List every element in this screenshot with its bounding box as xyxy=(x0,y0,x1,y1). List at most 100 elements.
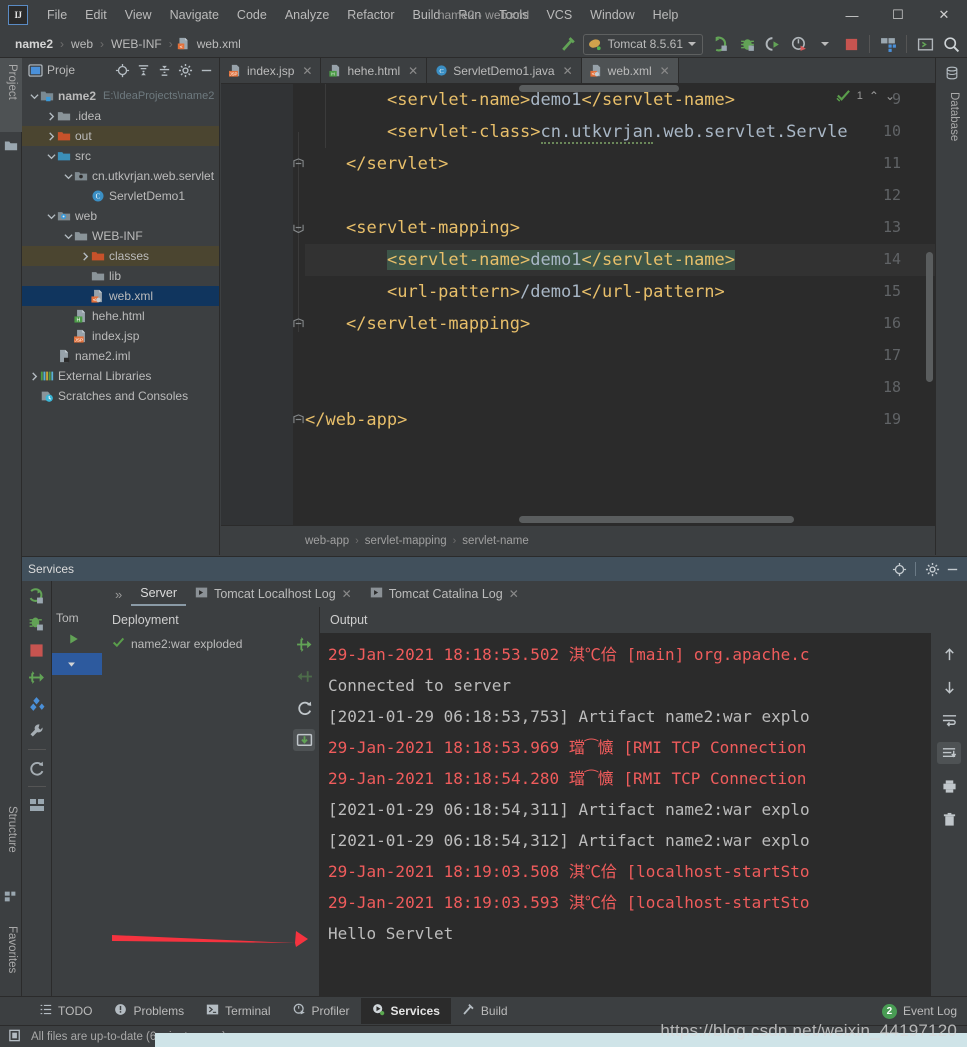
menu-item-window[interactable]: Window xyxy=(581,4,643,26)
tree-twisty[interactable] xyxy=(79,250,91,262)
menu-item-run[interactable]: Run xyxy=(449,4,490,26)
menu-item-file[interactable]: File xyxy=(38,4,76,26)
restart-icon[interactable] xyxy=(28,759,46,777)
hide-icon[interactable] xyxy=(943,560,961,578)
tree-twisty[interactable] xyxy=(28,390,40,402)
chevron-up-icon[interactable]: ⌃ xyxy=(869,89,879,103)
maximize-button[interactable]: ☐ xyxy=(875,0,921,30)
tree-item-web-inf[interactable]: WEB-INF xyxy=(22,226,219,246)
tree-item-src[interactable]: src xyxy=(22,146,219,166)
tree-twisty[interactable] xyxy=(45,130,57,142)
editor-breadcrumb-servlet-name[interactable]: servlet-name xyxy=(462,535,528,547)
redeploy-icon[interactable] xyxy=(293,697,315,719)
tree-twisty[interactable] xyxy=(28,90,40,102)
editor-horizontal-scrollbar[interactable] xyxy=(519,516,794,523)
tree-item-external-libraries[interactable]: External Libraries xyxy=(22,366,219,386)
breadcrumb-web[interactable]: web xyxy=(68,35,96,53)
tree-twisty[interactable] xyxy=(62,170,74,182)
tree-item-name2-iml[interactable]: name2.iml xyxy=(22,346,219,366)
soft-wrap-icon[interactable] xyxy=(937,709,961,731)
inspection-widget[interactable]: 1 ⌃ ⌄ xyxy=(836,88,895,103)
print-icon[interactable] xyxy=(937,775,961,797)
fold-marker[interactable] xyxy=(293,158,305,170)
fold-marker[interactable] xyxy=(293,222,305,234)
tree-item-web-xml[interactable]: <web.xml xyxy=(22,286,219,306)
bottom-tab-services[interactable]: Services xyxy=(361,998,451,1024)
build-hammer-icon[interactable] xyxy=(557,33,581,55)
filter-icon[interactable] xyxy=(28,695,46,713)
tree-item-idea[interactable]: .idea xyxy=(22,106,219,126)
tree-item-index-jsp[interactable]: JSPindex.jsp xyxy=(22,326,219,346)
tab-tomcat-localhost-log[interactable]: Tomcat Localhost Log ✕ xyxy=(186,582,361,606)
tree-item-out[interactable]: out xyxy=(22,126,219,146)
editor-tab-hehe-html[interactable]: Hhehe.html✕ xyxy=(321,58,427,83)
breadcrumb-webinf[interactable]: WEB-INF xyxy=(108,35,165,53)
close-icon[interactable]: ✕ xyxy=(509,587,519,601)
tree-twisty[interactable] xyxy=(62,330,74,342)
profiler-icon[interactable] xyxy=(787,33,811,55)
scroll-to-end-icon[interactable] xyxy=(937,742,961,764)
bottom-tab-problems[interactable]: Problems xyxy=(103,998,195,1024)
collapse-all-icon[interactable] xyxy=(155,61,173,79)
minimize-button[interactable]: — xyxy=(829,0,875,30)
fold-marker[interactable] xyxy=(293,414,305,426)
editor-tab-index-jsp[interactable]: JSPindex.jsp✕ xyxy=(221,58,321,83)
menu-item-code[interactable]: Code xyxy=(228,4,276,26)
code-editor[interactable]: <servlet-name>demo1</servlet-name><servl… xyxy=(221,84,935,525)
bottom-tab-todo[interactable]: TODO xyxy=(28,998,103,1024)
project-structure-icon[interactable] xyxy=(876,33,900,55)
sidebar-item-favorites[interactable]: Favorites xyxy=(0,920,22,1004)
locate-icon[interactable] xyxy=(113,61,131,79)
update-icon[interactable] xyxy=(293,729,315,751)
tree-item-hehe-html[interactable]: Hhehe.html xyxy=(22,306,219,326)
settings-wrench-icon[interactable] xyxy=(28,722,46,740)
deploy-icon[interactable] xyxy=(28,668,46,686)
menu-item-refactor[interactable]: Refactor xyxy=(338,4,403,26)
settings-gear-icon[interactable] xyxy=(176,61,194,79)
fold-marker[interactable] xyxy=(293,318,305,330)
trash-icon[interactable] xyxy=(937,808,961,830)
close-icon[interactable]: ✕ xyxy=(408,64,418,78)
tree-item-classes[interactable]: classes xyxy=(22,246,219,266)
close-icon[interactable]: ✕ xyxy=(563,64,573,78)
tree-twisty[interactable] xyxy=(79,270,91,282)
sidebar-item-project[interactable]: Project xyxy=(0,58,22,132)
rerun-debug-icon[interactable] xyxy=(28,614,46,632)
menu-item-build[interactable]: Build xyxy=(404,4,450,26)
expand-all-icon[interactable] xyxy=(134,61,152,79)
tab-tomcat-catalina-log[interactable]: Tomcat Catalina Log ✕ xyxy=(361,582,528,606)
tree-twisty[interactable] xyxy=(62,230,74,242)
menu-item-help[interactable]: Help xyxy=(644,4,688,26)
close-icon[interactable]: ✕ xyxy=(660,64,670,78)
deployment-item[interactable]: name2:war exploded xyxy=(102,633,319,655)
editor-breadcrumb-servlet-mapping[interactable]: servlet-mapping xyxy=(365,535,447,547)
locate-icon[interactable] xyxy=(890,560,908,578)
tab-server[interactable]: Server xyxy=(131,582,186,606)
sidebar-item-database[interactable]: Database xyxy=(942,86,964,170)
tree-twisty[interactable] xyxy=(45,210,57,222)
close-button[interactable]: ✕ xyxy=(921,0,967,30)
run-coverage-icon[interactable] xyxy=(761,33,785,55)
bottom-tab-terminal[interactable]: Terminal xyxy=(195,998,281,1024)
services-tree-selected-row[interactable] xyxy=(52,653,102,675)
stop-icon[interactable] xyxy=(28,641,46,659)
tree-twisty[interactable] xyxy=(28,370,40,382)
chevron-down-icon[interactable] xyxy=(813,33,837,55)
down-arrow-icon[interactable] xyxy=(937,676,961,698)
tree-twisty[interactable] xyxy=(62,310,74,322)
tree-item-name2[interactable]: name2E:\IdeaProjects\name2 xyxy=(22,86,219,106)
up-arrow-icon[interactable] xyxy=(937,643,961,665)
tree-item-lib[interactable]: lib xyxy=(22,266,219,286)
console-output[interactable]: 29-Jan-2021 18:18:53.502 淇℃佮 [main] org.… xyxy=(320,633,931,996)
tree-twisty[interactable] xyxy=(45,350,57,362)
editor-breadcrumb-webapp[interactable]: web-app xyxy=(305,535,349,547)
run-icon[interactable] xyxy=(709,33,733,55)
breadcrumb-webxml[interactable]: web.xml xyxy=(194,35,244,53)
tree-twisty[interactable] xyxy=(79,290,91,302)
layout-icon[interactable] xyxy=(28,796,46,814)
menu-item-navigate[interactable]: Navigate xyxy=(161,4,228,26)
menu-item-tools[interactable]: Tools xyxy=(490,4,537,26)
tree-item-scratches-and-consoles[interactable]: Scratches and Consoles xyxy=(22,386,219,406)
close-icon[interactable]: ✕ xyxy=(302,64,312,78)
tree-item-cn-utkvrjan-web-servlet[interactable]: cn.utkvrjan.web.servlet xyxy=(22,166,219,186)
